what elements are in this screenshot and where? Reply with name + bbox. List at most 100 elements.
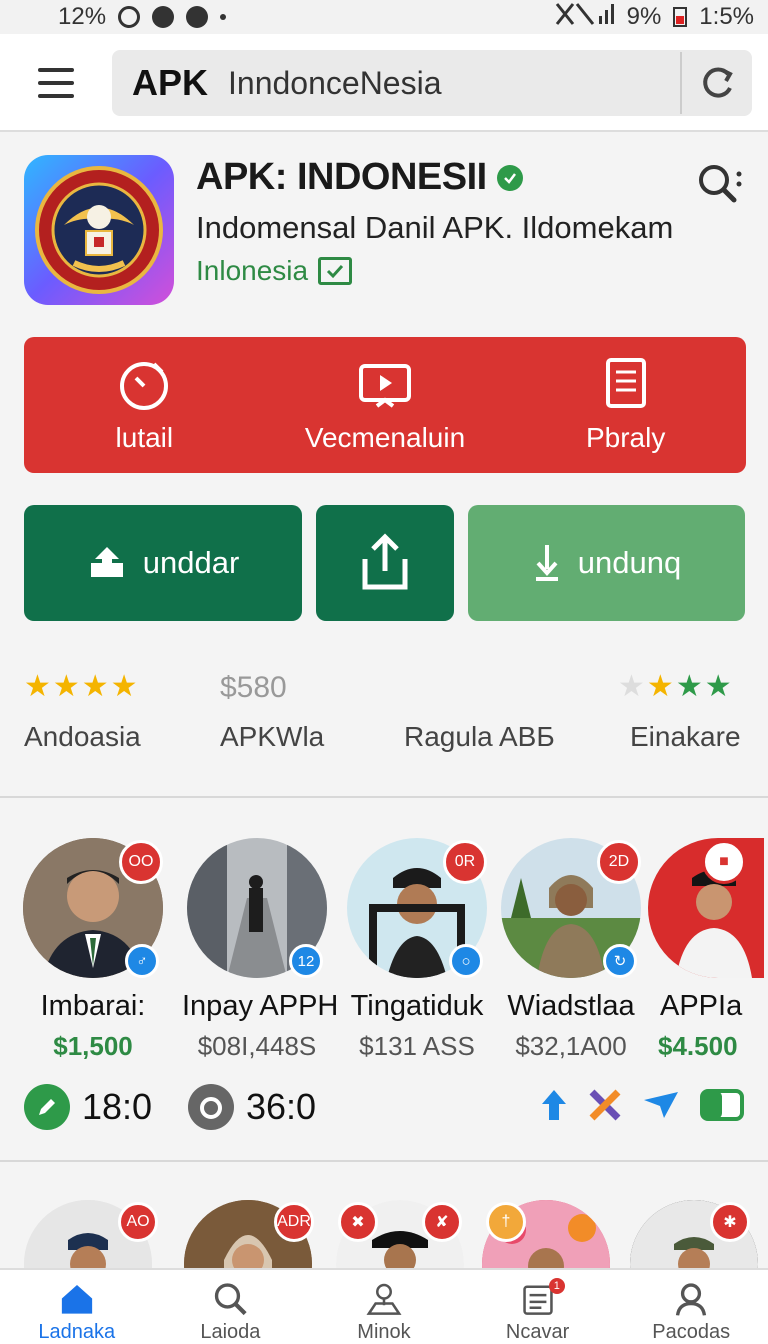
nav-item-search[interactable]: Laioda [154,1270,308,1344]
toggle-icon[interactable] [700,1089,744,1121]
person-card[interactable]: 0R ○ Tingatiduk $131 ASS [342,838,492,1062]
person-card[interactable]: OO ♂ Imbarai: $1,500 [18,838,168,1062]
person-card[interactable]: 12 Inpay APPH $08I,448S [182,838,339,1062]
avatar-badge: ■ [702,840,746,884]
stat-timer[interactable]: 36:0 [188,1084,316,1130]
battery-icon [673,7,688,27]
status-time: 1:5% [699,3,754,30]
nav-item-profile[interactable]: Pacodas [614,1270,768,1344]
person-price: $08I,448S [197,1031,317,1061]
person-card[interactable]: ■ APPIa $4.500 [626,838,766,1062]
signal-icon [555,2,615,33]
person-price: $4.500 [658,1031,738,1061]
person-name: APPIa [660,990,743,1022]
timer-icon [120,362,169,410]
status-icon [118,6,141,28]
search-brand: APK [132,62,209,103]
app-region-text: Inlonesia [196,255,309,286]
install-button[interactable]: undunq [468,505,745,621]
bottom-navigation: Ladnaka Laioda Minok 1 Ncavar Pacodas [0,1268,768,1344]
divider [0,796,768,798]
avatar[interactable]: 2D ↻ [501,838,641,978]
avatar[interactable]: ■ [648,838,764,978]
search-input[interactable]: InndonceNesia [208,65,680,102]
action-item-document[interactable]: Pbraly [505,337,746,473]
notification-badge: 1 [548,1278,565,1294]
ratings-row: ★★★★ $580 ★★★★ Andoasia APKWla Ragula AB… [24,665,744,765]
download-button-label: unddar [142,545,240,580]
arrow-up-icon[interactable] [540,1088,568,1122]
share-icon [362,533,408,590]
map-pin-icon [366,1283,402,1315]
avatar-badge: ADR [274,1202,314,1242]
timer-icon [188,1084,234,1130]
avatar-sub-badge: ♂ [125,944,159,978]
star-rating-alt: ★★★★ [618,670,734,703]
nav-item-calendar[interactable]: 1 Ncavar [461,1270,615,1344]
rating-label: Ragula ABБ [404,721,555,752]
send-icon[interactable] [642,1090,680,1120]
document-icon [605,358,646,408]
install-button-label: undunq [577,545,682,580]
stat-likes[interactable]: 18:0 [24,1084,152,1130]
person-card[interactable]: 2D ↻ Wiadstlaa $32,1A00 [496,838,646,1062]
share-button[interactable] [316,505,454,621]
search-bar[interactable]: APK InndonceNesia [112,50,752,116]
play-screen-icon [359,364,411,408]
avatar-badge: ✖ [338,1202,378,1242]
status-left-text: 12% [58,3,107,30]
status-icon [152,6,175,28]
action-bar: lutail Vecmenaluin Pbraly [24,337,746,473]
refresh-icon[interactable] [682,50,752,116]
check-icon [318,257,353,285]
status-bar: 12% 9% 1:5% [0,0,768,34]
person-icon [676,1283,707,1316]
menu-icon[interactable] [38,68,74,98]
app-title: APK: INDONESII [196,156,523,199]
avatar[interactable]: 0R ○ [347,838,487,978]
person-name: Tingatiduk [350,990,484,1022]
search-more-icon[interactable] [694,160,744,210]
avatar[interactable]: 12 [187,838,327,978]
person-name: Wiadstlaa [507,990,635,1022]
action-item-video[interactable]: Vecmenaluin [265,337,506,473]
nav-label: Minok [357,1321,411,1343]
avatar-sub-badge: 12 [289,944,323,978]
app-region[interactable]: Inlonesia [196,255,353,287]
quick-icons [540,1088,744,1122]
avatar-badge: † [486,1202,526,1242]
top-app-bar: APK InndonceNesia [0,34,768,132]
price-label: $580 [220,671,287,704]
nav-label: Laioda [200,1321,261,1343]
action-label: Vecmenaluin [304,422,466,453]
avatar-badge: 0R [443,840,487,884]
person-price: $32,1A00 [515,1031,627,1061]
close-x-icon[interactable] [588,1088,622,1122]
verified-icon [496,164,523,191]
rating-label: APKWla [220,721,325,752]
person-name: Inpay APPH [182,990,339,1022]
edit-icon [24,1084,70,1130]
stat-value: 36:0 [246,1086,317,1127]
download-button[interactable]: unddar [24,505,302,621]
nav-item-map[interactable]: Minok [307,1270,461,1344]
action-label: lutail [115,422,174,453]
status-icon [186,6,209,28]
star-rating: ★★★★ [24,670,140,703]
person-name: Imbarai: [40,990,146,1022]
action-label: Pbraly [585,422,666,453]
search-icon [215,1283,248,1316]
app-title-text: APK: INDONESII [196,156,487,198]
app-icon[interactable] [24,155,174,305]
nav-label: Ladnaka [38,1321,116,1343]
upload-icon [90,547,123,577]
rating-label: Andoasia [24,721,141,752]
action-item-timer[interactable]: lutail [24,337,265,473]
avatar[interactable]: OO ♂ [23,838,163,978]
nav-item-home[interactable]: Ladnaka [0,1270,154,1344]
rating-label: Einakare [630,721,741,752]
battery-percent: 9% [626,3,662,30]
download-arrow-icon [535,545,558,581]
avatar-badge: AO [118,1202,158,1242]
person-price: $1,500 [53,1031,133,1061]
